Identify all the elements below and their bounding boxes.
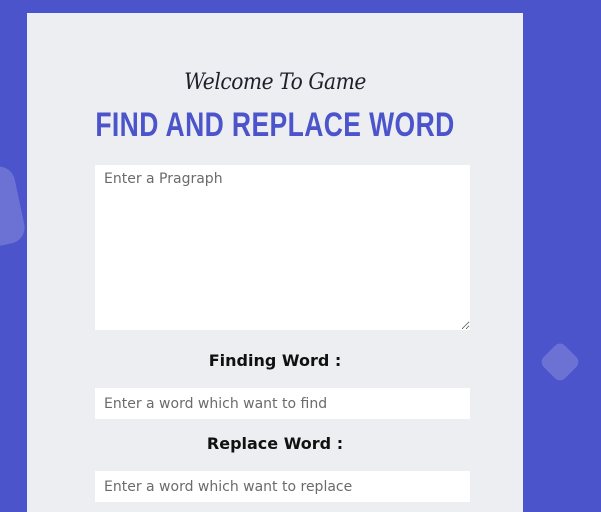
finding-word-label: Finding Word : <box>208 351 342 370</box>
decorative-shape-left <box>0 163 28 251</box>
find-word-input[interactable] <box>95 388 470 419</box>
paragraph-input[interactable] <box>95 165 470 330</box>
replace-word-input[interactable] <box>95 471 470 502</box>
game-card: Welcome To Game FIND AND REPLACE WORD Fi… <box>27 13 523 512</box>
welcome-text: Welcome To Game <box>184 70 366 95</box>
replace-word-label: Replace Word : <box>206 434 344 453</box>
page-title: FIND AND REPLACE WORD <box>95 106 455 144</box>
decorative-shape-right <box>538 340 582 384</box>
